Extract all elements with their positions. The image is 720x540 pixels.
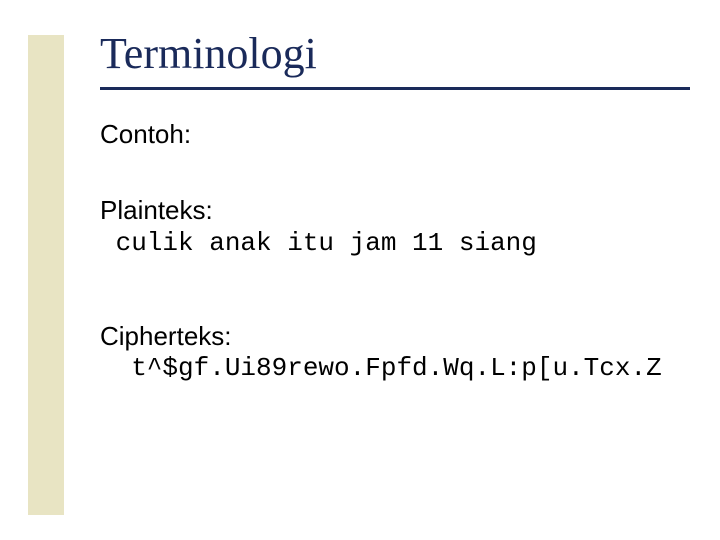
spacer	[100, 152, 680, 194]
decorative-side-stripe	[28, 35, 64, 515]
ciphertext-label: Cipherteks:	[100, 320, 680, 354]
ciphertext-value: t^$gf.Ui89rewo.Fpfd.Wq.L:p[u.Tcx.Z	[100, 353, 680, 383]
title-underline	[100, 87, 690, 90]
plaintext-value: culik anak itu jam 11 siang	[100, 228, 680, 258]
spacer	[100, 258, 680, 320]
slide: Terminologi Contoh: Plainteks: culik ana…	[0, 0, 720, 540]
example-label: Contoh:	[100, 118, 680, 152]
slide-title: Terminologi	[100, 28, 680, 79]
slide-content: Terminologi Contoh: Plainteks: culik ana…	[100, 28, 680, 383]
plaintext-label: Plainteks:	[100, 194, 680, 228]
